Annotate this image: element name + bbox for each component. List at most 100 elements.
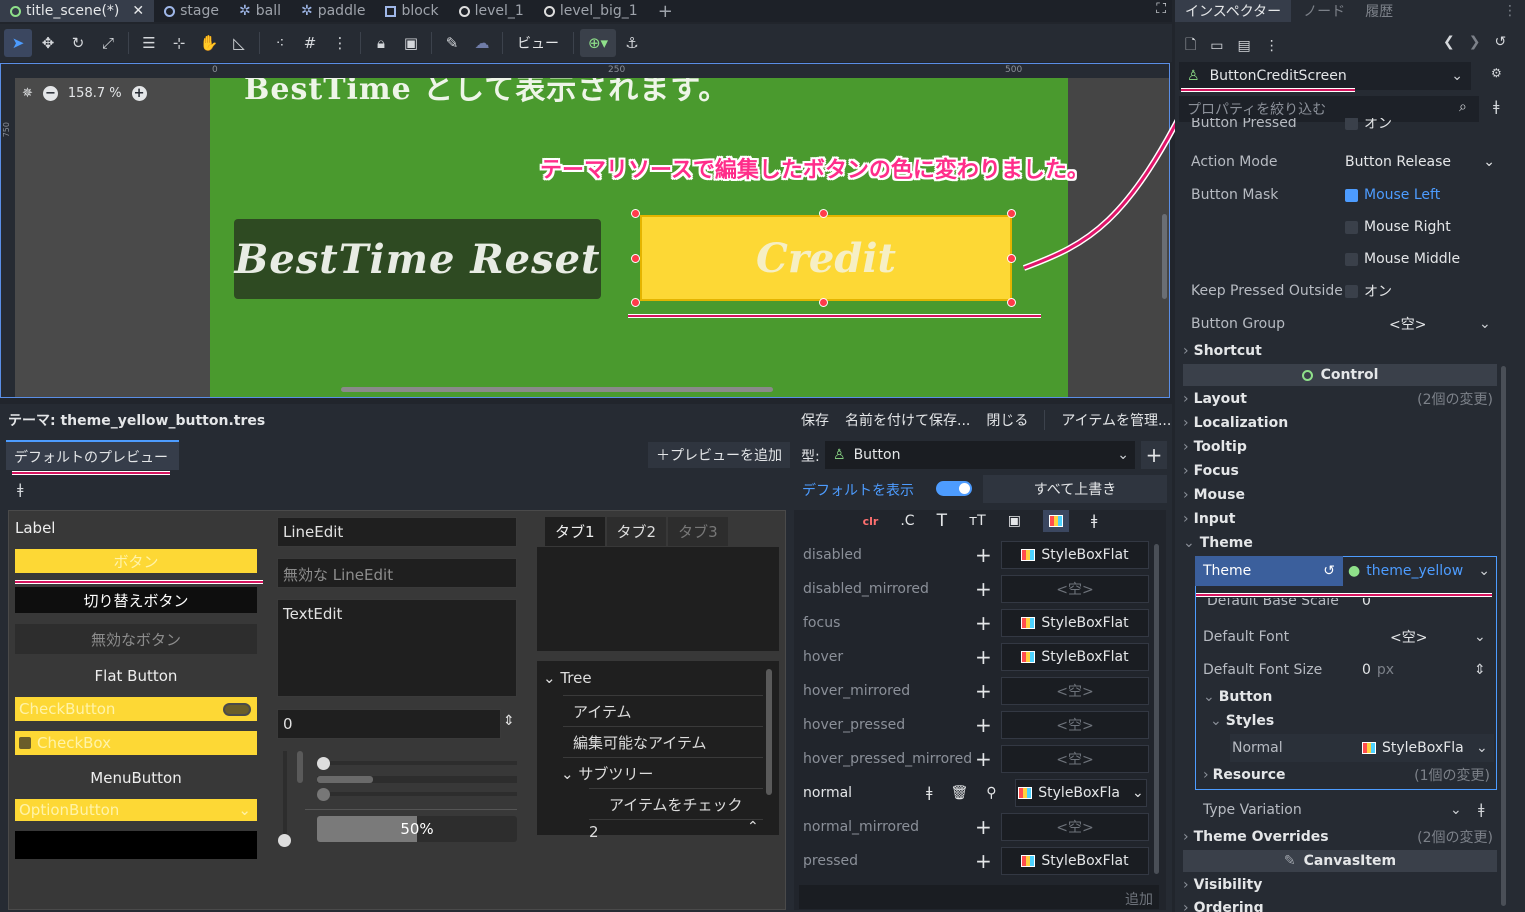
stylebox-picker[interactable]: <空> (1001, 745, 1149, 773)
rename-icon[interactable]: ǂ (926, 785, 932, 801)
hslider-grabber[interactable] (317, 757, 330, 770)
grid-snap-icon[interactable]: # (296, 29, 324, 57)
resize-handle[interactable] (631, 298, 640, 307)
forward-icon[interactable]: ❯ (1469, 34, 1481, 50)
resize-handle[interactable] (1007, 209, 1016, 218)
horizontal-scrollbar[interactable] (341, 387, 773, 392)
preview-line-edit[interactable]: LineEdit (277, 517, 517, 547)
category-canvas-item[interactable]: ✎ CanvasItem (1183, 850, 1497, 872)
override-all-button[interactable]: すべて上書き (983, 475, 1167, 503)
revert-icon[interactable]: ↺ (1323, 563, 1335, 579)
tab-default-preview[interactable]: デフォルトのプレビュー (6, 440, 179, 470)
section-mouse[interactable]: › Mouse (1183, 484, 1495, 506)
ruler-tool-icon[interactable]: ◺ (225, 29, 253, 57)
section-button[interactable]: ⌄ Button (1196, 686, 1508, 708)
section-layout[interactable]: › Layout (2個の変更) (1183, 388, 1497, 410)
smart-snap-icon[interactable]: ⁖ (266, 29, 294, 57)
stylebox-picker[interactable]: StyleBoxFlat (1001, 609, 1149, 637)
open-folder-icon[interactable]: ▭ (1210, 38, 1223, 54)
preview-toggle-button[interactable]: 切り替えボタン (15, 587, 257, 613)
tab-level-big-1[interactable]: level_big_1 (534, 0, 648, 22)
icon-items-icon[interactable]: ▣ (1008, 513, 1021, 529)
tree-scrollbar[interactable] (766, 669, 772, 795)
close-button[interactable]: 閉じる (986, 410, 1028, 430)
add-override-button[interactable]: + (975, 611, 992, 635)
stylebox-picker[interactable]: <空> (1001, 711, 1149, 739)
tab-history[interactable]: 履歴 (1357, 1, 1401, 21)
spin-arrows-icon[interactable]: ⇕ (1474, 662, 1486, 678)
add-override-button[interactable]: + (975, 747, 992, 771)
section-localization[interactable]: › Localization (1183, 412, 1495, 434)
stylebox-picker[interactable]: StyleBoxFla ⌄ (1015, 779, 1147, 807)
zoom-in-icon[interactable]: + (131, 86, 147, 101)
save-icon[interactable]: ▤ (1238, 38, 1251, 54)
stylebox-picker[interactable]: StyleBoxFlat (1001, 643, 1149, 671)
zoom-out-icon[interactable]: − (42, 86, 58, 101)
type-selector[interactable]: ♙ Button ⌄ (825, 441, 1135, 469)
preview-spin-box[interactable]: 0 (277, 709, 501, 739)
delete-icon[interactable]: 🗑︎ (950, 785, 968, 801)
tab-level-1[interactable]: level_1 (449, 0, 534, 22)
chevron-down-icon[interactable]: ⌄ (1476, 740, 1488, 756)
font-items-icon[interactable]: T (937, 511, 947, 531)
preview-tab-2[interactable]: タブ2 (606, 517, 667, 546)
stylebox-picker[interactable]: <空> (1001, 575, 1149, 603)
manage-items-button[interactable]: アイテムを管理... (1061, 410, 1171, 430)
chevron-up-icon[interactable]: ⌃ (747, 819, 759, 835)
section-shortcut[interactable]: › Shortcut (1183, 340, 1495, 362)
section-ordering[interactable]: › Ordering (1183, 898, 1495, 912)
save-as-button[interactable]: 名前を付けて保存... (845, 410, 970, 430)
more-options-icon[interactable]: ⋮ (326, 29, 354, 57)
more-options-icon[interactable]: ⋮ (1265, 38, 1279, 54)
base-scale-value[interactable]: 0 (1362, 598, 1371, 609)
tab-node[interactable]: ノード (1291, 1, 1357, 21)
history-icon[interactable]: ↺ (1494, 34, 1506, 50)
add-override-button[interactable]: + (975, 815, 992, 839)
add-override-button[interactable]: + (975, 543, 992, 567)
preview-hscrollbar[interactable] (317, 776, 517, 783)
preview-check-button[interactable]: CheckButton (15, 697, 257, 721)
chevron-down-icon[interactable]: ⌄ (1450, 802, 1462, 818)
stylebox-picker[interactable]: <空> (1001, 813, 1149, 841)
section-theme[interactable]: ⌄ Theme (1183, 532, 1495, 554)
preview-vslider[interactable] (283, 751, 287, 843)
select-tool-icon[interactable]: ➤ (4, 29, 32, 57)
add-override-button[interactable]: + (975, 645, 992, 669)
resize-handle[interactable] (631, 254, 640, 263)
snap-icon[interactable]: ✵ (22, 86, 33, 101)
resize-handle[interactable] (819, 298, 828, 307)
save-button[interactable]: 保存 (801, 410, 829, 430)
group-icon[interactable]: ▣ (397, 29, 425, 57)
add-item-field[interactable]: 追加 (799, 885, 1159, 909)
tree-root[interactable]: ⌄ Tree (543, 669, 592, 687)
tree-item[interactable]: アイテム (573, 701, 632, 722)
resize-handle[interactable] (631, 209, 640, 218)
category-control[interactable]: Control (1183, 364, 1497, 386)
close-icon[interactable]: ✕ (132, 3, 144, 19)
action-mode-dropdown[interactable]: Button Release ⌄ (1345, 154, 1495, 170)
tab-block[interactable]: block (375, 0, 448, 22)
scale-tool-icon[interactable]: ⤢ (94, 29, 122, 57)
credit-button[interactable]: Credit (640, 215, 1012, 301)
add-tab-button[interactable]: + (648, 0, 683, 22)
resize-handle[interactable] (1007, 298, 1016, 307)
add-item-button[interactable]: 追加 (1125, 889, 1153, 909)
tree-check-item[interactable]: アイテムをチェック (609, 794, 743, 815)
theme-resource-picker[interactable]: ● theme_yellow ⌄ (1348, 558, 1496, 584)
toggle-switch-icon[interactable] (223, 703, 251, 716)
preview-flat-button[interactable]: Flat Button (15, 663, 257, 689)
add-type-button[interactable]: + (1141, 441, 1167, 469)
stylebox-picker[interactable]: StyleBoxFlat (1001, 541, 1149, 569)
font-size-items-icon[interactable]: ᴛT (969, 513, 986, 529)
preview-tree[interactable]: ⌄ Tree アイテム 編集可能なアイテム ⌄ サブツリー アイテムをチェック … (537, 661, 779, 841)
color-items-icon[interactable]: clr (863, 515, 879, 528)
add-preview-button[interactable]: ＋プレビューを追加 (648, 442, 790, 468)
mouse-right-checkbox[interactable]: Mouse Right (1345, 219, 1451, 235)
keep-pressed-checkbox[interactable]: オン (1345, 281, 1392, 301)
constant-items-icon[interactable]: .C (900, 513, 914, 529)
fullscreen-icon[interactable]: ⛶ (1156, 1, 1166, 17)
bone-icon[interactable]: ✎ (438, 29, 466, 57)
tab-stage[interactable]: stage (154, 0, 229, 22)
preview-tab-1[interactable]: タブ1 (545, 517, 605, 546)
tree-subtree[interactable]: ⌄ サブツリー (561, 763, 653, 784)
